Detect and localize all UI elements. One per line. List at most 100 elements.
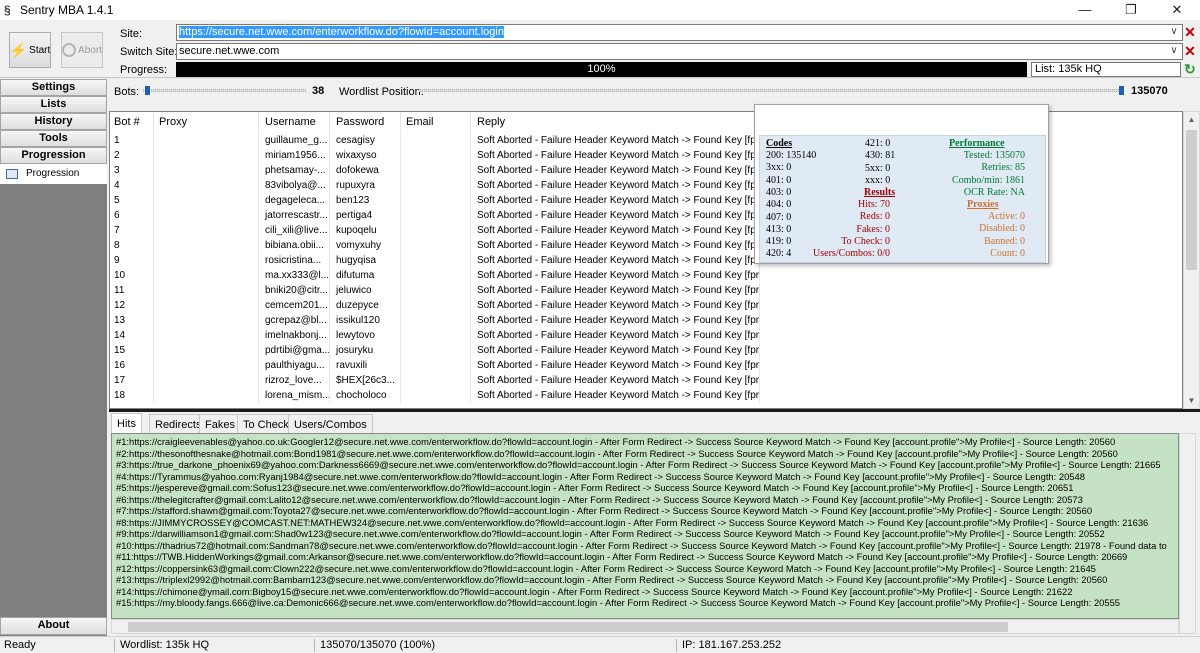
stat-line: Active: 0 <box>988 211 1025 222</box>
maximize-icon[interactable]: ❐ <box>1108 0 1154 20</box>
minimize-icon[interactable]: — <box>1062 0 1108 20</box>
table-cell <box>155 298 259 313</box>
hits-list[interactable]: #1:https://craigleevenables@yahoo.co.uk:… <box>111 433 1179 619</box>
codes-header: Codes <box>766 138 793 149</box>
wordlist-slider[interactable] <box>419 89 1123 92</box>
grid-scrollbar[interactable]: ▲ ▼ <box>1183 111 1200 409</box>
hits-hscroll-thumb[interactable] <box>128 622 1008 632</box>
table-cell: cemcem201... <box>261 298 330 313</box>
table-cell: gcrepaz@bl... <box>261 313 330 328</box>
bots-slider-thumb[interactable] <box>145 86 151 95</box>
hit-line[interactable]: #3:https://true_darkone_phoenix69@yahoo.… <box>116 459 1161 471</box>
table-cell <box>402 268 471 283</box>
col-proxy[interactable]: Proxy <box>155 112 259 132</box>
table-cell: 4 <box>110 178 154 193</box>
hit-line[interactable]: #13:https://triplexl2992@hotmail.com:Bam… <box>116 574 1107 586</box>
grid-scroll-thumb[interactable] <box>1186 130 1197 270</box>
nav-about[interactable]: About <box>0 617 107 635</box>
wordlist-slider-thumb[interactable] <box>1119 86 1124 95</box>
table-cell: 12 <box>110 298 154 313</box>
col-email[interactable]: Email <box>402 112 471 132</box>
hit-line[interactable]: #1:https://craigleevenables@yahoo.co.uk:… <box>116 436 1115 448</box>
stats-panel: Codes 200: 135140 3xx: 0 401: 0 403: 0 404: … <box>754 104 1049 264</box>
table-cell: hugyqisa <box>332 253 401 268</box>
clear-site-icon[interactable]: ✕ <box>1183 24 1197 40</box>
scroll-up-icon[interactable]: ▲ <box>1184 112 1199 127</box>
clear-switch-site-icon[interactable]: ✕ <box>1183 43 1197 59</box>
nav-history[interactable]: History <box>0 113 107 130</box>
table-row[interactable]: 18 lorena_mism... chocholoco Soft Aborted -… <box>110 388 1182 403</box>
title-bar: § Sentry MBA 1.4.1 — ❐ ✕ <box>0 0 1200 20</box>
stat-line: 404: 0 <box>766 199 792 211</box>
hit-line[interactable]: #11:https://TWB.HiddenWorkings@gmail.com… <box>116 551 1127 563</box>
table-row[interactable]: 15 pdrtibi@gma... josuryku Soft Aborted - F… <box>110 343 1182 358</box>
switch-site-dropdown-icon[interactable]: ∨ <box>1166 43 1182 60</box>
site-dropdown-icon[interactable]: ∨ <box>1166 24 1182 41</box>
abort-button[interactable]: Abort <box>61 32 103 68</box>
tab-users-combos[interactable]: Users/Combos <box>288 414 373 434</box>
hit-line[interactable]: #2:https://thesonofthesnake@hotmail.com:… <box>116 448 1118 460</box>
table-cell: pertiga4 <box>332 208 401 223</box>
hit-line[interactable]: #7:https://stafford.shawn@gmail.com:Toyo… <box>116 505 1092 517</box>
col-reply[interactable]: Reply <box>473 112 760 132</box>
hit-line[interactable]: #4:https://Tyrammus@yahoo.com:Ryanj1984@… <box>116 471 1085 483</box>
hit-line[interactable]: #6:https://thelegitcrafter@gmail.com:Lal… <box>116 494 1083 506</box>
hit-line[interactable]: #9:https://darwilliamson1@gmail.com:Shad… <box>116 528 1105 540</box>
table-row[interactable]: 11 bniki20@citr... jeluwico Soft Aborted - … <box>110 283 1182 298</box>
hit-line[interactable]: #12:https://coppersink63@gmail.com:Clown… <box>116 563 1096 575</box>
nav-tools[interactable]: Tools <box>0 130 107 147</box>
col-bot[interactable]: Bot # <box>110 112 154 132</box>
table-cell: paulthiyagu... <box>261 358 330 373</box>
table-row[interactable]: 16 paulthiyagu... ravuxili Soft Aborted - F… <box>110 358 1182 373</box>
hit-line[interactable]: #14:https://chimone@ymail.com:Bigboy15@s… <box>116 586 1072 598</box>
table-cell <box>402 133 471 148</box>
progression-item[interactable]: Progression <box>0 164 107 184</box>
stat-line: OCR Rate: NA <box>963 186 1025 198</box>
table-cell: 2 <box>110 148 154 163</box>
table-cell: rizroz_love... <box>261 373 330 388</box>
tab-fakes[interactable]: Fakes <box>199 414 241 434</box>
table-row[interactable]: 17 rizroz_love... $HEX[26c3... Soft Aborted… <box>110 373 1182 388</box>
hit-line[interactable]: #8:https://JIMMYCROSSEY@COMCAST.NET:MATH… <box>116 517 1148 529</box>
nav-settings[interactable]: Settings <box>0 79 107 96</box>
refresh-icon[interactable]: ↻ <box>1184 62 1198 76</box>
stat-line: xxx: 0 <box>865 174 891 186</box>
table-cell <box>402 178 471 193</box>
site-input[interactable]: https://secure.net.wwe.com/enterworkflow… <box>176 24 1183 41</box>
hits-scrollbar[interactable] <box>1179 433 1196 634</box>
col-username[interactable]: Username <box>261 112 330 132</box>
close-icon[interactable]: ✕ <box>1154 0 1200 20</box>
table-cell: 18 <box>110 388 154 403</box>
hit-line[interactable]: #15:https://my.bloody.fangs.666@live.ca:… <box>116 597 1120 609</box>
table-row[interactable]: 14 imelnakbonj... lewytovo Soft Aborted - F… <box>110 328 1182 343</box>
nav-progression[interactable]: Progression <box>0 147 107 164</box>
stat-line: Count: 0 <box>990 247 1025 259</box>
panel-splitter[interactable] <box>109 409 1200 412</box>
tab-to-check[interactable]: To Check <box>237 414 295 434</box>
table-cell: kupoqelu <box>332 223 401 238</box>
table-cell: 17 <box>110 373 154 388</box>
progression-item-label: Progression <box>26 168 80 179</box>
table-row[interactable]: 10 ma.xx333@l... difutuma Soft Aborted - Fa… <box>110 268 1182 283</box>
bots-slider[interactable] <box>143 89 306 92</box>
hit-line[interactable]: #5:https://jespereve@gmail.com:Sofus123@… <box>116 482 1073 494</box>
scroll-down-icon[interactable]: ▼ <box>1184 393 1199 408</box>
hits-horizontal-scrollbar[interactable] <box>111 619 1179 634</box>
nav-lists[interactable]: Lists <box>0 96 107 113</box>
list-field[interactable]: List: 135k HQ <box>1031 62 1181 77</box>
tab-hits[interactable]: Hits <box>111 413 142 435</box>
hit-line[interactable]: #10:https://thadrius72@hotmail.com:Sandm… <box>116 540 1167 552</box>
table-cell: bibiana.obii... <box>261 238 330 253</box>
table-row[interactable]: 12 cemcem201... duzepyce Soft Aborted - Fai… <box>110 298 1182 313</box>
table-cell <box>402 238 471 253</box>
start-button[interactable]: ⚡ Start <box>9 32 51 68</box>
table-cell: Soft Aborted - Failure Header Keyword Ma… <box>473 193 760 208</box>
table-cell: chocholoco <box>332 388 401 403</box>
wordlist-position-value: 135070 <box>1131 85 1168 97</box>
status-position: 135070/135070 (100%) <box>320 639 435 651</box>
switch-site-input[interactable]: secure.net.wwe.com <box>176 43 1183 60</box>
col-password[interactable]: Password <box>332 112 401 132</box>
table-cell <box>155 343 259 358</box>
table-row[interactable]: 13 gcrepaz@bl... issikul120 Soft Aborted - … <box>110 313 1182 328</box>
table-cell: 7 <box>110 223 154 238</box>
